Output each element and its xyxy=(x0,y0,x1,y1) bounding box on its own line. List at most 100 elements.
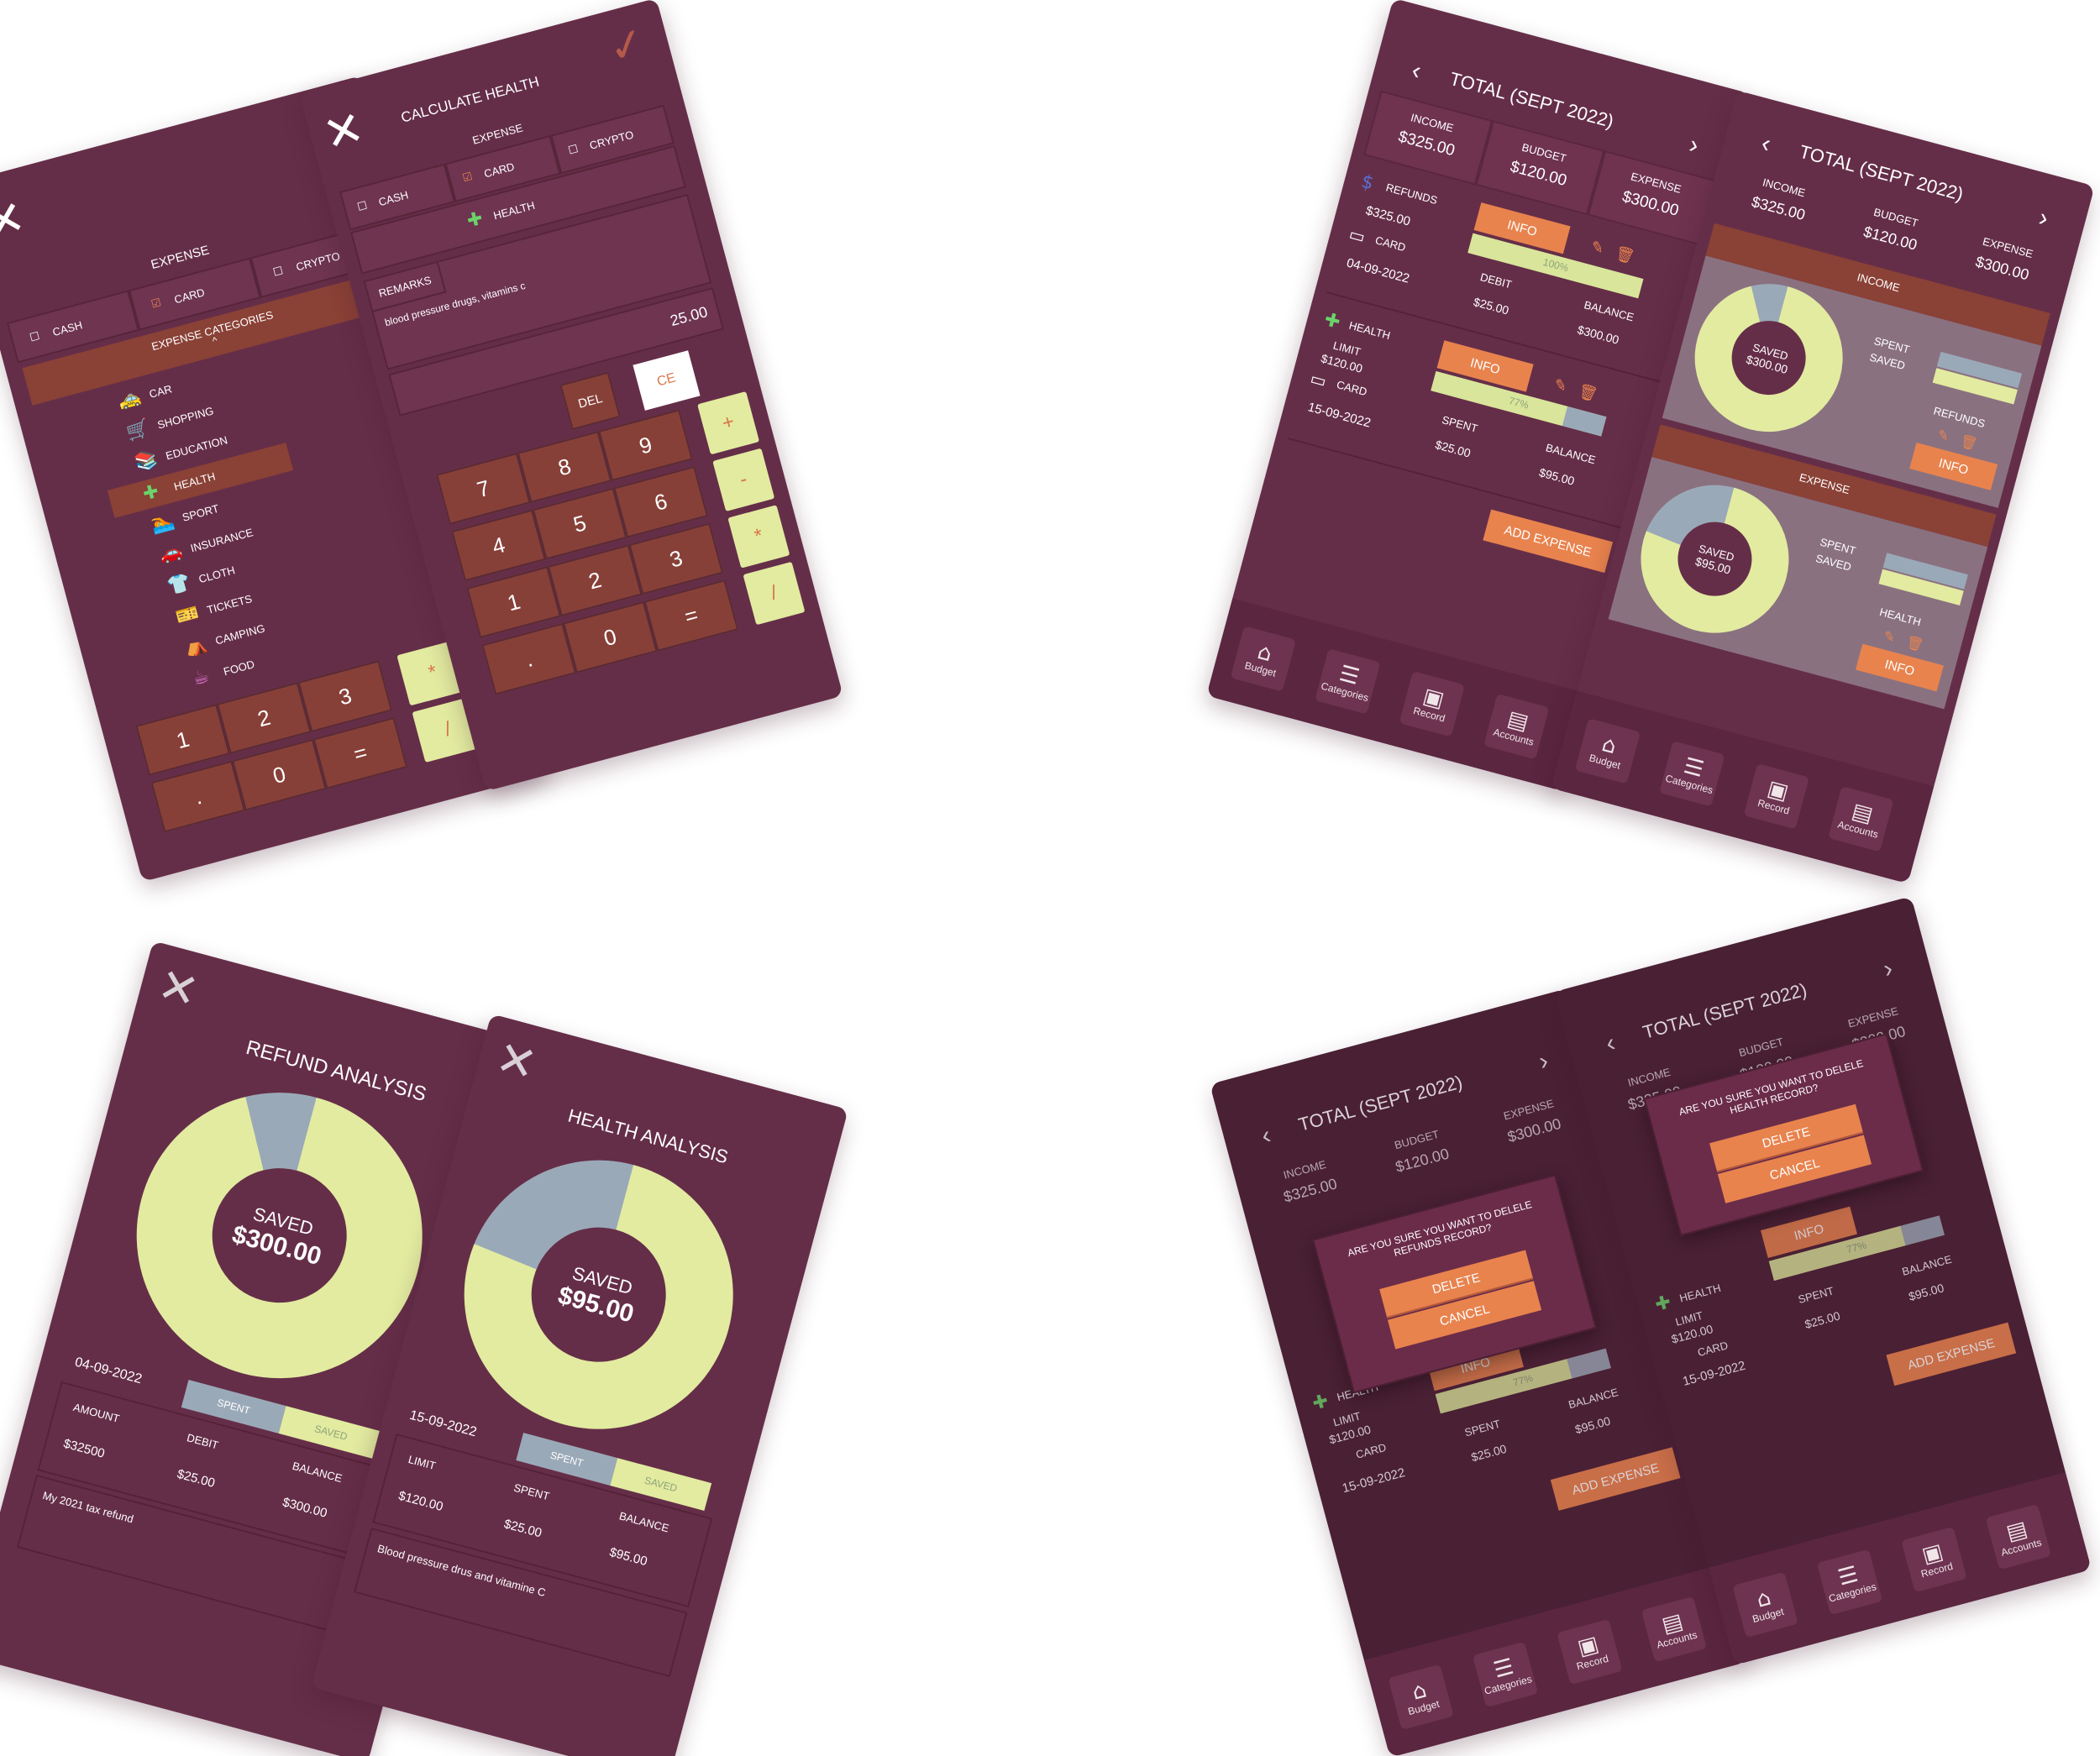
income-donut-chart: SAVED $300.00 xyxy=(1677,267,1860,448)
balance-value: $300.00 xyxy=(281,1495,329,1521)
close-icon[interactable]: ✕ xyxy=(491,1030,543,1093)
refunds-amount: $325.00 xyxy=(1364,203,1412,229)
donut-center: SAVED $95.00 xyxy=(516,1212,681,1377)
nav-item-categories[interactable]: ☰ Categories xyxy=(1816,1549,1883,1616)
close-icon[interactable]: ✕ xyxy=(318,100,370,163)
medkit-icon: ✚ xyxy=(1652,1292,1674,1317)
category-label: FOOD xyxy=(222,658,256,679)
crypto-label: CRYPTO xyxy=(294,249,342,274)
cart-icon: 🛒 xyxy=(123,417,152,444)
page-title: CALCULATE HEALTH xyxy=(399,73,541,126)
nav-item-categories[interactable]: ☰ Categories xyxy=(1315,648,1381,715)
nav-item-budget[interactable]: ⌂ Budget xyxy=(1230,626,1297,692)
nav-item-categories[interactable]: ☰ Categories xyxy=(1472,1641,1539,1708)
cash-label: CASH xyxy=(376,188,410,209)
bottom-nav: ⌂ Budget ☰ Categories ▣ Record ▤ Accounts xyxy=(1708,1472,2092,1665)
chevron-left-icon[interactable]: ‹ xyxy=(1258,1121,1273,1151)
limit-value: $120.00 xyxy=(396,1488,445,1514)
donut-center: SAVED $300.00 xyxy=(1723,312,1814,403)
balance-label: BALANCE xyxy=(1583,298,1635,324)
edit-pencil-icon[interactable]: ✎ xyxy=(1882,627,1897,646)
shirt-icon: 👕 xyxy=(165,571,193,598)
card-label: CARD xyxy=(1373,233,1408,254)
trash-icon[interactable]: 🗑 xyxy=(1614,244,1637,266)
trash-icon[interactable]: 🗑 xyxy=(1904,633,1925,653)
cash-label: CASH xyxy=(50,318,84,339)
nav-item-accounts[interactable]: ▤ Accounts xyxy=(1641,1596,1708,1663)
nav-item-budget[interactable]: ⌂ Budget xyxy=(1574,718,1641,784)
debit-label: DEBIT xyxy=(185,1431,220,1452)
refunds-label: REFUNDS xyxy=(1384,181,1439,207)
donut-center: SAVED $95.00 xyxy=(1669,513,1761,605)
card-label: CARD xyxy=(1696,1339,1730,1360)
checkbox-icon: ☐ xyxy=(566,142,580,157)
nav-item-record[interactable]: ▣ Record xyxy=(1901,1526,1967,1593)
swim-icon: 🏊 xyxy=(149,510,177,537)
chevron-left-icon[interactable]: ‹ xyxy=(1603,1029,1618,1058)
category-label: SPORT xyxy=(181,501,221,524)
balance-label: BALANCE xyxy=(1567,1386,1620,1412)
edit-pencil-icon[interactable]: ✎ xyxy=(1589,238,1606,258)
key-divide[interactable]: / xyxy=(743,561,806,626)
ce-button[interactable]: CE xyxy=(633,350,701,411)
nav-label: Budget xyxy=(1751,1605,1786,1626)
category-label: EDUCATION xyxy=(164,433,229,463)
health-label: HEALTH xyxy=(1677,1282,1723,1305)
close-icon[interactable]: ✕ xyxy=(152,957,204,1020)
amount-value: $32500 xyxy=(61,1436,107,1461)
chevron-right-icon[interactable]: › xyxy=(1880,955,1895,984)
key-minus[interactable]: - xyxy=(712,448,775,512)
health-label: HEALTH xyxy=(1347,318,1392,343)
bottom-nav: ⌂ Budget ☰ Categories ▣ Record ▤ Accounts xyxy=(1551,690,1935,884)
progress-remaining xyxy=(1562,406,1607,437)
bottom-nav: ⌂ Budget ☰ Categories ▣ Record ▤ Accounts xyxy=(1363,1565,1747,1756)
amount-label: AMOUNT xyxy=(71,1400,121,1425)
nav-item-record[interactable]: ▣ Record xyxy=(1557,1618,1623,1685)
car-crash-icon: 🚗 xyxy=(157,540,186,568)
bottom-nav: ⌂ Budget ☰ Categories ▣ Record ▤ Accounts xyxy=(1206,598,1590,792)
info-button[interactable]: INFO xyxy=(1909,443,1998,490)
spent-value: $25.00 xyxy=(1433,438,1473,460)
expense-donut-chart: SAVED $95.00 xyxy=(1624,468,1806,650)
nav-item-categories[interactable]: ☰ Categories xyxy=(1659,741,1725,807)
nav-item-record[interactable]: ▣ Record xyxy=(1743,763,1809,830)
balance-value: $300.00 xyxy=(1576,322,1621,347)
chevron-right-icon[interactable]: › xyxy=(2036,203,2051,233)
record-date: 15-09-2022 xyxy=(407,1407,479,1440)
edit-pencil-icon[interactable]: ✎ xyxy=(1552,375,1569,396)
chevron-right-icon[interactable]: › xyxy=(1686,131,1702,160)
chevron-left-icon[interactable]: ‹ xyxy=(1409,56,1424,86)
summary-budget: BUDGET $120.00 xyxy=(1832,197,1954,262)
nav-item-budget[interactable]: ⌂ Budget xyxy=(1732,1571,1798,1638)
trash-icon[interactable]: 🗑 xyxy=(1577,382,1600,404)
home-icon: ⌂ xyxy=(1599,731,1620,760)
category-label: SHOPPING xyxy=(155,404,215,432)
nav-item-record[interactable]: ▣ Record xyxy=(1399,671,1465,737)
edit-pencil-icon[interactable]: ✎ xyxy=(1936,427,1951,445)
amount-value: 25.00 xyxy=(668,303,710,330)
nav-item-budget[interactable]: ⌂ Budget xyxy=(1388,1664,1454,1731)
card-icon: ▭ xyxy=(1347,223,1368,248)
chevron-right-icon[interactable]: › xyxy=(1536,1047,1551,1077)
nav-item-accounts[interactable]: ▤ Accounts xyxy=(1828,785,1894,852)
del-button[interactable]: DEL xyxy=(559,371,621,431)
chevron-left-icon[interactable]: ‹ xyxy=(1758,129,1773,159)
tent-icon: ⛺ xyxy=(181,632,210,660)
limit-label: LIMIT xyxy=(407,1453,438,1473)
nav-item-accounts[interactable]: ▤ Accounts xyxy=(1985,1503,2052,1570)
close-icon[interactable]: ✕ xyxy=(0,190,31,253)
record-date: 15-09-2022 xyxy=(1306,400,1373,431)
info-button[interactable]: INFO xyxy=(1856,643,1944,692)
balance-label: BALANCE xyxy=(291,1459,344,1485)
nav-item-accounts[interactable]: ▤ Accounts xyxy=(1483,693,1550,760)
debit-value: $25.00 xyxy=(1472,295,1511,317)
trash-icon[interactable]: 🗑 xyxy=(1959,432,1980,453)
key-multiply[interactable]: * xyxy=(727,505,790,569)
spent-label: SPENT xyxy=(512,1481,551,1503)
card-label: CARD xyxy=(1335,378,1369,399)
key-plus[interactable]: + xyxy=(697,391,760,455)
dollar-coins-icon: $ xyxy=(1358,170,1376,195)
confirm-check-icon[interactable]: ✓ xyxy=(603,17,652,75)
spent-value: $25.00 xyxy=(1469,1441,1509,1465)
medkit-icon: ✚ xyxy=(140,480,161,506)
